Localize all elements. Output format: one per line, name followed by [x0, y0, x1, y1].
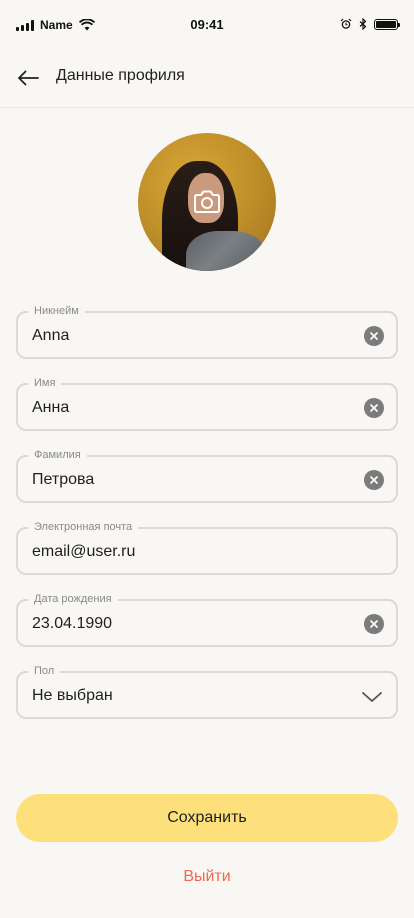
birth-date-field[interactable]: Дата рождения 23.04.1990: [16, 592, 398, 647]
avatar-upload[interactable]: [138, 133, 276, 271]
close-icon: [370, 476, 378, 484]
nickname-clear-button[interactable]: [364, 326, 384, 346]
first-name-label: Имя: [28, 376, 62, 390]
nickname-label: Никнейм: [28, 304, 85, 318]
last-name-value[interactable]: Петрова: [32, 470, 94, 490]
camera-icon: [194, 190, 220, 213]
email-field[interactable]: Электронная почта email@user.ru: [16, 520, 398, 575]
last-name-field[interactable]: Фамилия Петрова: [16, 448, 398, 503]
bluetooth-icon: [359, 18, 367, 30]
gender-label: Пол: [28, 664, 61, 678]
page-title: Данные профиля: [56, 67, 185, 84]
close-icon: [370, 620, 378, 628]
alarm-icon: [340, 18, 352, 29]
last-name-label: Фамилия: [28, 448, 87, 462]
avatar-photo-shoulder: [186, 231, 266, 271]
battery-icon: [374, 18, 400, 30]
first-name-field[interactable]: Имя Анна: [16, 376, 398, 431]
gender-select[interactable]: Пол Не выбран: [16, 664, 398, 719]
last-name-clear-button[interactable]: [364, 470, 384, 490]
close-icon: [370, 332, 378, 340]
nickname-field[interactable]: Никнейм Anna: [16, 304, 398, 359]
birth-date-clear-button[interactable]: [364, 614, 384, 634]
status-bar-right: [340, 18, 400, 30]
status-bar: Name 09:41: [0, 0, 414, 50]
back-button[interactable]: [14, 64, 42, 92]
close-icon: [370, 404, 378, 412]
gender-value[interactable]: Не выбран: [32, 686, 113, 706]
email-value[interactable]: email@user.ru: [32, 542, 135, 562]
nickname-value[interactable]: Anna: [32, 326, 69, 346]
email-label: Электронная почта: [28, 520, 139, 534]
birth-date-label: Дата рождения: [28, 592, 118, 606]
logout-link[interactable]: Выйти: [0, 868, 414, 886]
app-header: Данные профиля: [0, 50, 414, 108]
save-button[interactable]: Сохранить: [16, 794, 398, 842]
chevron-down-icon[interactable]: [360, 685, 384, 709]
first-name-value[interactable]: Анна: [32, 398, 69, 418]
birth-date-value[interactable]: 23.04.1990: [32, 614, 112, 634]
first-name-clear-button[interactable]: [364, 398, 384, 418]
arrow-left-icon: [18, 70, 39, 86]
